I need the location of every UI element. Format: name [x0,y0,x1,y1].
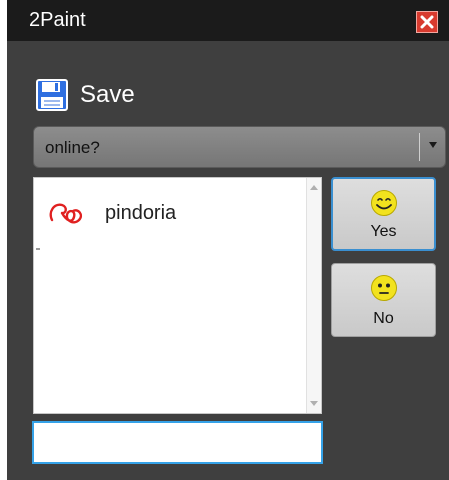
title-bar: 2Paint [7,0,449,41]
chevron-down-icon [429,142,437,148]
yes-button[interactable]: Yes [331,177,436,251]
message-input[interactable] [32,421,323,464]
save-label: Save [80,81,135,108]
floppy-disk-icon [36,79,68,111]
smile-face-icon [370,190,397,216]
scroll-down-arrow-icon[interactable] [310,401,318,406]
save-button[interactable]: Save [36,75,135,115]
no-label: No [373,310,394,327]
status-dropdown-value: online? [45,138,100,157]
user-name: pindoria [105,201,177,224]
yes-label: Yes [370,223,397,240]
list-marker [36,248,40,250]
no-button[interactable]: No [331,263,436,337]
window-title: 2Paint [29,9,86,31]
user-list[interactable]: pindoria [33,177,322,414]
dropdown-divider [419,133,420,161]
status-dropdown[interactable]: online? [33,126,446,168]
app-window: 2Paint Save online? pindoria Yes No [7,0,449,480]
close-icon [420,15,434,29]
neutral-face-icon [370,275,397,301]
scroll-up-arrow-icon[interactable] [310,185,318,190]
list-scrollbar[interactable] [306,178,321,413]
scribble-avatar-icon [49,203,83,224]
close-button[interactable] [416,11,438,33]
list-item[interactable]: pindoria [48,200,176,226]
